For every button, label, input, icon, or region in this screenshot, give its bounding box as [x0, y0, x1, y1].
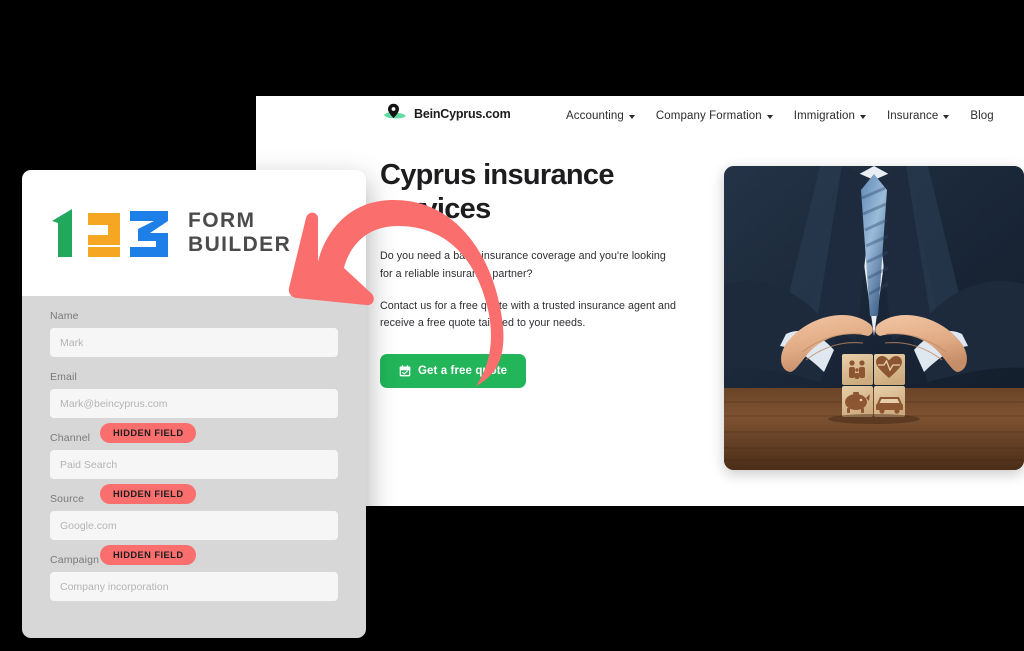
hidden-field-badge: HIDDEN FIELD	[100, 484, 197, 504]
cta-label: Get a free quote	[418, 364, 508, 377]
nav-item-label: Insurance	[886, 110, 939, 122]
hidden-field-badge: HIDDEN FIELD	[100, 545, 197, 565]
chevron-down-icon	[943, 114, 950, 119]
hero-photo	[724, 166, 1024, 470]
form-field-campaign: HIDDEN FIELD Campaign	[50, 545, 338, 601]
nav-links: Accounting Company Formation Immigration…	[566, 110, 994, 122]
calendar-check-icon	[399, 365, 411, 377]
nav-item-label: Blog	[970, 110, 994, 122]
form-builder-logo: FORM BUILDER	[50, 207, 291, 259]
hidden-field-badge: HIDDEN FIELD	[100, 423, 197, 443]
form-field-name: Name	[50, 310, 338, 357]
nav-item-label: Company Formation	[655, 110, 762, 122]
logo-word-builder: BUILDER	[188, 233, 292, 256]
nav-item-accounting[interactable]: Accounting	[566, 110, 635, 122]
cyprus-map-pin-icon	[380, 103, 410, 125]
website-preview-card: BeinCyprus.com Accounting Company Format…	[256, 96, 1024, 506]
field-label: Email	[50, 371, 78, 383]
logo-word-form: FORM	[188, 209, 256, 233]
form-fields-list: Name Email HIDDEN FIELD Channel HIDDEN F…	[22, 296, 366, 615]
hero-paragraph-1: Do you need a basic insurance coverage a…	[380, 250, 666, 280]
form-builder-wordmark: FORM BUILDER	[188, 209, 291, 256]
form-field-source: HIDDEN FIELD Source	[50, 484, 338, 540]
hero-text-block: Cyprus insurance services Do you need a …	[380, 158, 680, 388]
chevron-down-icon	[766, 114, 773, 119]
logo-123-icon	[50, 207, 174, 259]
field-label: Name	[50, 310, 79, 322]
get-a-free-quote-button[interactable]: Get a free quote	[380, 353, 527, 388]
campaign-input[interactable]	[50, 572, 338, 601]
form-builder-header: FORM BUILDER	[22, 170, 366, 296]
brand-name: BeinCyprus.com	[414, 107, 511, 121]
chevron-down-icon	[859, 114, 866, 119]
form-builder-card: FORM BUILDER Name Email HIDDEN FIELD Cha…	[22, 170, 366, 638]
nav-item-company-formation[interactable]: Company Formation	[656, 110, 773, 122]
form-field-channel: HIDDEN FIELD Channel	[50, 423, 338, 479]
page-title: Cyprus insurance services	[380, 159, 614, 226]
form-field-email: Email	[50, 371, 338, 418]
nav-item-blog[interactable]: Blog	[970, 110, 993, 122]
site-brand[interactable]: BeinCyprus.com	[380, 103, 511, 125]
nav-item-insurance[interactable]: Insurance	[886, 110, 950, 122]
name-input[interactable]	[50, 328, 338, 357]
source-input[interactable]	[50, 511, 338, 540]
hero-paragraph-2: Contact us for a free quote with a trust…	[380, 300, 676, 330]
nav-item-immigration[interactable]: Immigration	[794, 110, 866, 122]
nav-item-label: Immigration	[793, 110, 855, 122]
site-navbar: BeinCyprus.com Accounting Company Format…	[256, 96, 1024, 142]
chevron-down-icon	[628, 114, 635, 119]
nav-item-label: Accounting	[566, 110, 624, 122]
channel-input[interactable]	[50, 450, 338, 479]
email-input[interactable]	[50, 389, 338, 418]
